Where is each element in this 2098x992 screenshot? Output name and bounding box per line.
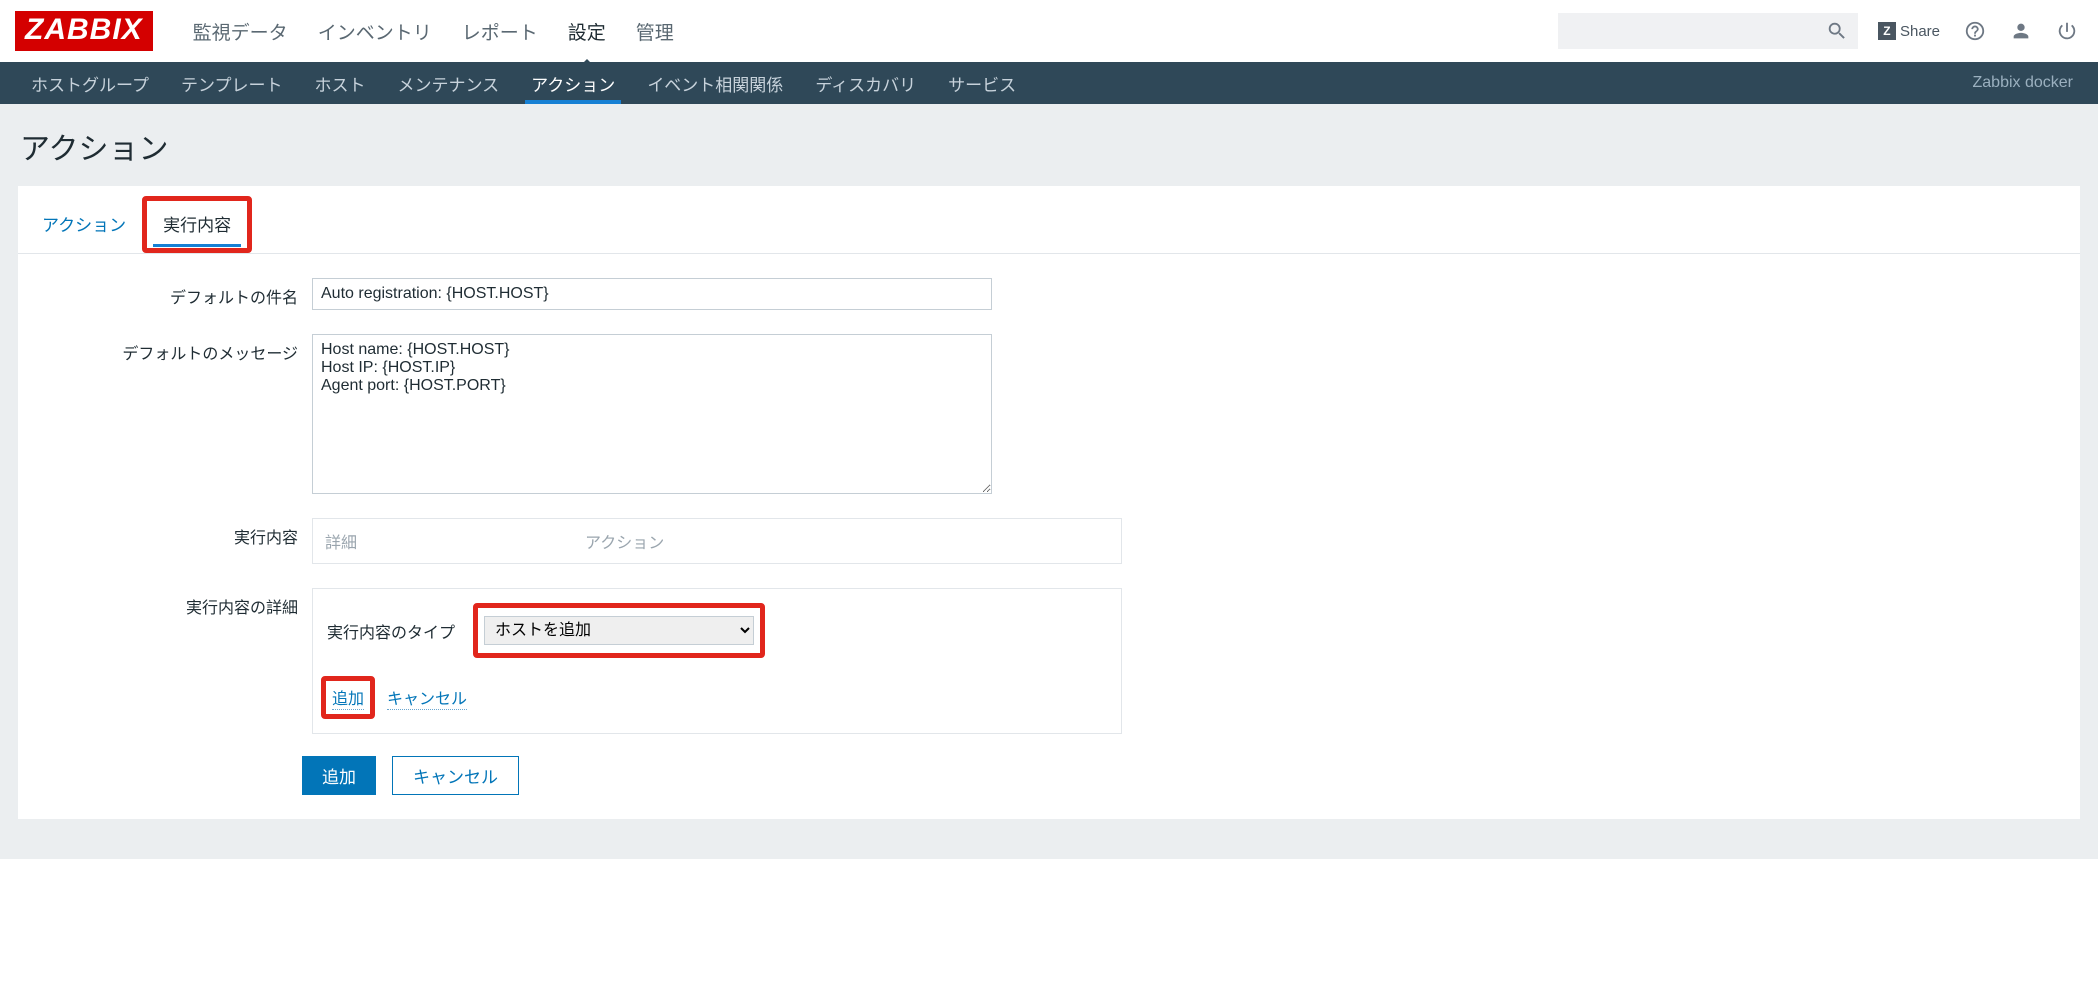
global-header: ZABBIX 監視データ インベントリ レポート 設定 管理 Z Share: [0, 0, 2098, 62]
input-default-subject[interactable]: [312, 278, 992, 310]
subnav-actions[interactable]: アクション: [515, 62, 631, 104]
page-title: アクション: [0, 104, 2098, 186]
subnav-services[interactable]: サービス: [932, 62, 1032, 104]
logo[interactable]: ZABBIX: [15, 11, 153, 51]
highlight-add-link: 追加: [321, 676, 375, 719]
highlight-operation-type: ホストを追加: [473, 603, 765, 658]
label-operation-details: 実行内容の詳細: [42, 588, 298, 618]
page-area: アクション アクション 実行内容 デフォルトの件名 デフォルトのメッセージ 実行…: [0, 104, 2098, 859]
main-menu-reports[interactable]: レポート: [447, 0, 553, 63]
label-operation-type: 実行内容のタイプ: [327, 619, 455, 643]
tab-operations[interactable]: 実行内容: [149, 203, 245, 246]
main-menu-inventory[interactable]: インベントリ: [303, 0, 447, 63]
power-icon[interactable]: [2056, 20, 2078, 42]
button-add[interactable]: 追加: [302, 756, 376, 795]
main-menu-monitoring[interactable]: 監視データ: [178, 0, 303, 63]
user-icon[interactable]: [2010, 20, 2032, 42]
subnav-discovery[interactable]: ディスカバリ: [799, 62, 932, 104]
select-operation-type[interactable]: ホストを追加: [484, 616, 754, 645]
link-add-operation[interactable]: 追加: [332, 685, 364, 710]
main-menu: 監視データ インベントリ レポート 設定 管理: [178, 0, 689, 63]
subnav-host-groups[interactable]: ホストグループ: [15, 62, 165, 104]
tab-action[interactable]: アクション: [28, 203, 140, 246]
subnav-event-correlation[interactable]: イベント相関関係: [631, 62, 799, 104]
help-icon[interactable]: [1964, 20, 1986, 42]
operations-col-details: 詳細: [313, 519, 573, 563]
operations-form: デフォルトの件名 デフォルトのメッセージ 実行内容 詳細 アクション 実行内容の…: [18, 254, 2080, 742]
label-default-message: デフォルトのメッセージ: [42, 334, 298, 364]
main-menu-configuration[interactable]: 設定: [553, 0, 621, 63]
action-form-panel: アクション 実行内容 デフォルトの件名 デフォルトのメッセージ 実行内容 詳細 …: [18, 186, 2080, 819]
form-tabs: アクション 実行内容: [18, 186, 2080, 253]
share-badge-icon: Z: [1878, 22, 1896, 40]
search-icon: [1826, 20, 1848, 42]
highlight-operations-tab: 実行内容: [142, 196, 252, 253]
top-right-icons: Z Share: [1878, 20, 2078, 42]
operations-table: 詳細 アクション: [312, 518, 1122, 564]
global-search[interactable]: [1558, 13, 1858, 49]
config-subnav: ホストグループ テンプレート ホスト メンテナンス アクション イベント相関関係…: [0, 62, 2098, 104]
operations-table-header: 詳細 アクション: [313, 519, 1121, 563]
main-menu-administration[interactable]: 管理: [621, 0, 689, 63]
share-link[interactable]: Z Share: [1878, 22, 1940, 40]
form-footer-buttons: 追加 キャンセル: [18, 742, 2080, 819]
subnav-hosts[interactable]: ホスト: [298, 62, 381, 104]
button-cancel[interactable]: キャンセル: [392, 756, 519, 795]
operation-details-box: 実行内容のタイプ ホストを追加 追加 キャンセル: [312, 588, 1122, 734]
label-operations: 実行内容: [42, 518, 298, 548]
label-default-subject: デフォルトの件名: [42, 278, 298, 308]
operation-type-row: 実行内容のタイプ ホストを追加: [321, 603, 1113, 658]
subnav-templates[interactable]: テンプレート: [165, 62, 299, 104]
textarea-default-message[interactable]: [312, 334, 992, 494]
operations-col-action: アクション: [573, 519, 1121, 563]
operation-detail-actions: 追加 キャンセル: [321, 676, 1113, 719]
link-cancel-operation[interactable]: キャンセル: [387, 685, 467, 710]
share-label-text: Share: [1900, 23, 1940, 40]
subnav-maintenance[interactable]: メンテナンス: [381, 62, 515, 104]
server-name: Zabbix docker: [1963, 62, 2084, 104]
